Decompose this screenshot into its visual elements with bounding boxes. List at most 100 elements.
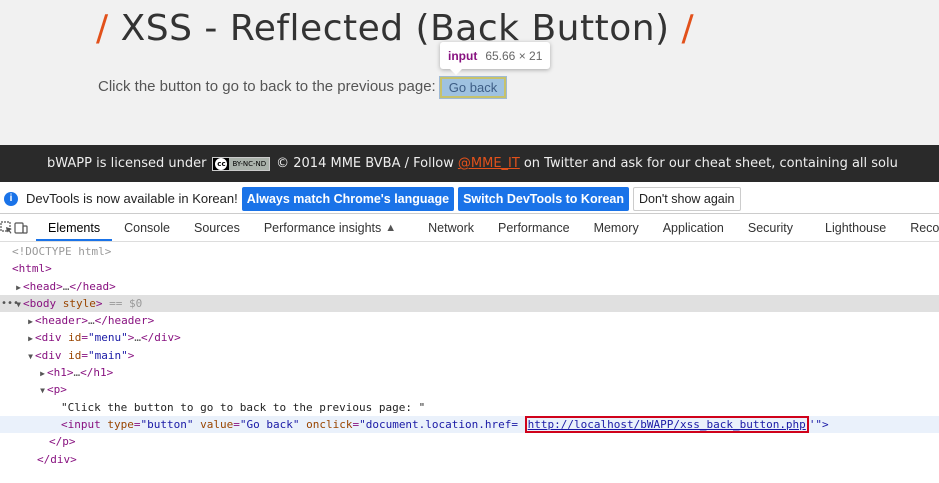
devtools-language-notice: i DevTools is now available in Korean! A… xyxy=(0,184,939,214)
page-footer: bWAPP is licensed under cc BY-NC-ND © 20… xyxy=(0,145,939,182)
tab-performance-insights[interactable]: Performance insights ▲ xyxy=(252,215,408,241)
tag-end: > xyxy=(127,348,135,362)
notice-text: DevTools is now available in Korean! xyxy=(26,191,238,206)
always-match-language-button[interactable]: Always match Chrome's language xyxy=(241,186,455,211)
onclick-value-prefix: "document.location.href= xyxy=(359,417,519,431)
info-icon: i xyxy=(4,191,18,206)
footer-copyright: © 2014 MME BVBA / Follow xyxy=(276,156,454,171)
cc-icon: cc xyxy=(215,157,228,170)
attr-equals: = xyxy=(81,331,88,345)
collapse-triangle-icon[interactable]: ▼ xyxy=(26,348,35,365)
tree-row-input[interactable]: <input type="button" value="Go back" onc… xyxy=(0,415,939,434)
footer-suffix: on Twitter and ask for our cheat sheet, … xyxy=(523,156,898,171)
more-actions-icon[interactable]: ••• xyxy=(1,295,19,312)
tab-performance[interactable]: Performance xyxy=(486,215,582,241)
tree-row-div-menu[interactable]: ▶ <div id="menu">…</div> xyxy=(0,329,939,346)
selected-node-marker: == $0 xyxy=(109,296,143,310)
tooltip-dimensions: 65.66 × 21 xyxy=(485,48,543,63)
attr-id-value-main: "main" xyxy=(88,348,128,362)
attr-equals: = xyxy=(233,417,240,431)
page-title-text: XSS - Reflected (Back Button) xyxy=(120,8,670,49)
tree-row-head[interactable]: ▶ <head>…</head> xyxy=(0,278,939,295)
go-back-button[interactable]: Go back xyxy=(439,76,507,99)
tree-row-text-node[interactable]: "Click the button to go to back to the p… xyxy=(0,399,939,416)
attr-id: id xyxy=(68,331,82,345)
attr-equals: = xyxy=(133,417,141,431)
tab-network[interactable]: Network xyxy=(416,215,486,241)
tree-row-header[interactable]: ▶ <header>…</header> xyxy=(0,312,939,329)
doctype-node: <!DOCTYPE html> xyxy=(12,245,112,258)
page-instruction: Click the button to go to back to the pr… xyxy=(98,78,436,95)
attr-onclick: onclick xyxy=(306,417,353,431)
footer-prefix: bWAPP is licensed under xyxy=(47,156,207,171)
device-toolbar-icon[interactable] xyxy=(14,215,28,241)
expand-triangle-icon[interactable]: ▶ xyxy=(26,313,35,330)
dom-tree: <!DOCTYPE html> <html> ▶ <head>…</head> •… xyxy=(0,243,939,483)
p-open-tag: <p> xyxy=(47,383,67,397)
h1-close-tag: </h1> xyxy=(80,366,114,380)
body-open-tag: <body xyxy=(23,296,57,310)
tooltip-tag: input xyxy=(448,48,478,63)
attr-value: value xyxy=(200,417,234,431)
header-collapsed-ellipsis: … xyxy=(87,314,95,328)
tab-lighthouse[interactable]: Lighthouse xyxy=(813,215,898,241)
tree-row-h1[interactable]: ▶ <h1>…</h1> xyxy=(0,364,939,381)
tab-memory[interactable]: Memory xyxy=(582,215,651,241)
div-open-tag: <div xyxy=(35,331,62,345)
tab-console[interactable]: Console xyxy=(112,215,182,241)
header-open-tag: <header> xyxy=(35,314,88,328)
attr-equals: = xyxy=(81,348,88,362)
page-viewport: / XSS - Reflected (Back Button) / Click … xyxy=(0,0,939,145)
title-slash-right: / xyxy=(681,8,695,49)
tree-row-doctype[interactable]: <!DOCTYPE html> xyxy=(0,243,939,260)
switch-to-korean-button[interactable]: Switch DevTools to Korean xyxy=(458,186,629,211)
expand-triangle-icon[interactable]: ▶ xyxy=(14,279,23,296)
element-inspect-tooltip: input 65.66 × 21 xyxy=(440,42,551,75)
tab-application[interactable]: Application xyxy=(651,215,736,241)
div-close-tag: </div> xyxy=(141,331,181,345)
collapse-triangle-icon[interactable]: ▼ xyxy=(38,382,47,399)
tree-row-p-close[interactable]: </p> xyxy=(0,433,939,450)
html-tag: <html> xyxy=(12,262,52,276)
tree-row-p[interactable]: ▼ <p> xyxy=(0,381,939,398)
attr-id: id xyxy=(68,348,82,362)
tree-row-body[interactable]: ••• ▼ <body style> == $0 xyxy=(0,294,939,313)
expand-triangle-icon[interactable]: ▶ xyxy=(26,330,35,347)
onclick-value-suffix: '"> xyxy=(808,417,829,431)
cc-license-text: BY-NC-ND xyxy=(229,157,270,170)
head-close-tag: </head> xyxy=(69,279,116,293)
tab-performance-insights-label: Performance insights xyxy=(263,221,382,235)
attr-type-value: "button" xyxy=(140,417,194,431)
tree-row-div-close[interactable]: </div> xyxy=(0,451,939,468)
tree-row-div-main[interactable]: ▼ <div id="main"> xyxy=(0,347,939,364)
div-collapsed-ellipsis: … xyxy=(134,331,141,345)
attr-id-value-menu: "menu" xyxy=(88,331,128,345)
devtools-tab-bar: Elements Console Sources Performance ins… xyxy=(0,215,939,242)
p-close-tag: </p> xyxy=(49,435,76,449)
h1-open-tag: <h1> xyxy=(47,366,74,380)
dont-show-again-button[interactable]: Don't show again xyxy=(632,186,741,211)
text-node: "Click the button to go to back to the p… xyxy=(61,400,426,414)
inspect-element-icon[interactable] xyxy=(0,215,14,241)
attr-type: type xyxy=(107,417,134,431)
header-close-tag: </header> xyxy=(94,314,155,328)
div-open-tag: <div xyxy=(35,348,62,362)
tab-security[interactable]: Security xyxy=(736,215,805,241)
page-title: / XSS - Reflected (Back Button) / xyxy=(96,8,694,49)
div-close-tag: </div> xyxy=(37,452,77,466)
title-slash-left: / xyxy=(96,8,109,49)
tab-recorder[interactable]: Recorde xyxy=(898,215,939,241)
expand-triangle-icon[interactable]: ▶ xyxy=(38,365,47,382)
cc-license-badge[interactable]: cc BY-NC-ND xyxy=(212,156,271,171)
highlighted-url[interactable]: http://localhost/bWAPP/xss_back_button.p… xyxy=(524,415,809,433)
body-tag-end: > xyxy=(95,296,103,310)
input-open-tag: <input xyxy=(61,417,101,431)
tree-row-html[interactable]: <html> xyxy=(0,260,939,277)
attr-value-value: "Go back" xyxy=(239,417,300,431)
body-style-attr: style xyxy=(62,296,96,310)
experiment-icon: ▲ xyxy=(385,222,397,234)
twitter-link[interactable]: @MME_IT xyxy=(458,156,520,171)
head-open-tag: <head> xyxy=(23,279,63,293)
tab-sources[interactable]: Sources xyxy=(182,215,252,241)
tab-elements[interactable]: Elements xyxy=(36,215,113,241)
